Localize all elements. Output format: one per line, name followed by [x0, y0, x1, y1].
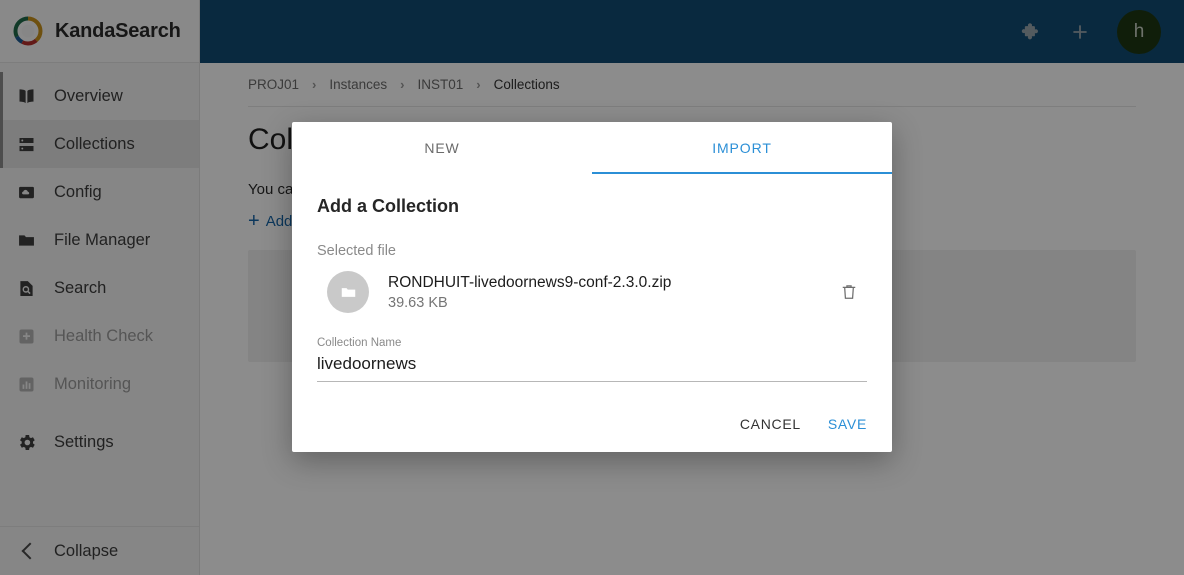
cancel-button[interactable]: CANCEL: [740, 416, 801, 432]
selected-file-row: RONDHUIT-livedoornews9-conf-2.3.0.zip 39…: [317, 271, 867, 313]
selected-file-size: 39.63 KB: [388, 294, 448, 311]
dialog-actions: CANCEL SAVE: [292, 396, 892, 452]
tab-import[interactable]: IMPORT: [592, 122, 892, 174]
tab-active-underline: [592, 172, 892, 174]
collection-name-label: Collection Name: [317, 337, 402, 349]
collection-name-group: Collection Name: [317, 337, 867, 382]
trash-icon[interactable]: [835, 278, 863, 306]
selected-file-name: RONDHUIT-livedoornews9-conf-2.3.0.zip: [388, 273, 672, 291]
selected-file-label: Selected file: [317, 243, 396, 259]
dialog-tabs: NEW IMPORT: [292, 122, 892, 174]
folder-icon: [327, 271, 369, 313]
save-button[interactable]: SAVE: [828, 416, 867, 432]
dialog-body: Add a Collection Selected file RONDHUIT-…: [292, 174, 892, 396]
collection-name-input[interactable]: [317, 349, 867, 382]
tab-new[interactable]: NEW: [292, 122, 592, 174]
selected-file-meta: RONDHUIT-livedoornews9-conf-2.3.0.zip 39…: [388, 274, 835, 311]
dialog-heading: Add a Collection: [317, 196, 460, 216]
app-root: KandaSearch Overview Collections Config: [0, 0, 1184, 575]
add-collection-dialog: NEW IMPORT Add a Collection Selected fil…: [292, 122, 892, 452]
